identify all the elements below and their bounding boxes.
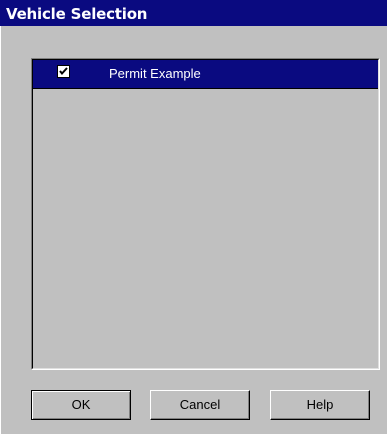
checkmark-icon bbox=[59, 67, 68, 76]
vehicle-listbox[interactable]: Permit Example bbox=[31, 58, 380, 370]
item-checkbox[interactable] bbox=[57, 65, 70, 78]
cancel-button[interactable]: Cancel bbox=[150, 390, 250, 420]
ok-button[interactable]: OK bbox=[31, 390, 131, 420]
help-button[interactable]: Help bbox=[270, 390, 370, 420]
listbox-frame: Permit Example bbox=[32, 59, 379, 369]
list-item-permit-example[interactable]: Permit Example bbox=[33, 60, 378, 89]
list-item-label: Permit Example bbox=[109, 66, 201, 81]
title-bar[interactable]: Vehicle Selection bbox=[0, 0, 387, 26]
window-title: Vehicle Selection bbox=[6, 5, 148, 23]
